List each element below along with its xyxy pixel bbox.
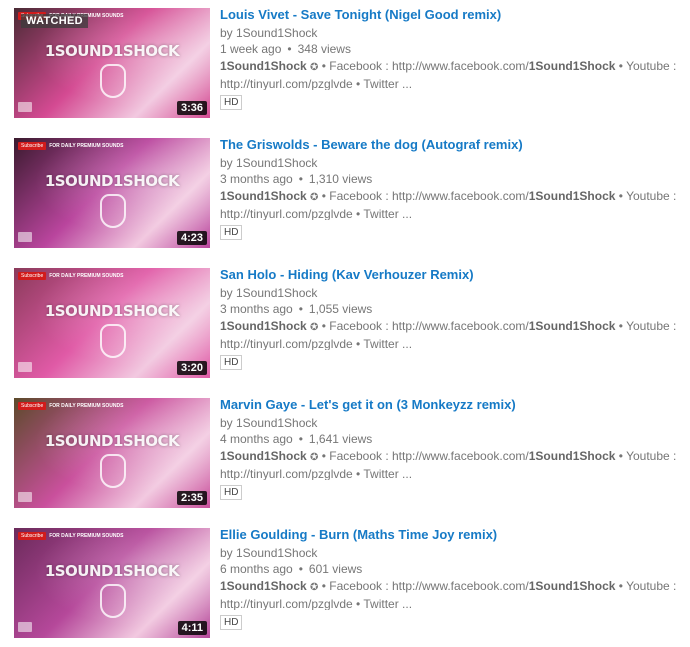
crest-icon xyxy=(100,64,126,98)
channel-watermark-icon xyxy=(18,102,32,112)
channel-watermark-icon xyxy=(18,362,32,372)
video-thumbnail[interactable]: Subscribe FOR DAILY PREMIUM SOUNDS 1SOUN… xyxy=(14,398,210,508)
upload-age: 3 months ago xyxy=(220,302,293,316)
video-meta: 3 months ago • 1,310 views xyxy=(220,172,372,186)
view-count: 348 views xyxy=(297,42,351,56)
video-duration: 3:36 xyxy=(176,101,207,115)
channel-link[interactable]: by 1Sound1Shock xyxy=(220,156,317,170)
video-item: Subscribe FOR DAILY PREMIUM SOUNDS 1SOUN… xyxy=(14,137,690,248)
subscribe-banner: Subscribe FOR DAILY PREMIUM SOUNDS xyxy=(18,142,123,150)
description-channel-name-2: 1Sound1Shock xyxy=(528,189,616,203)
description-channel-name-2: 1Sound1Shock xyxy=(528,579,616,593)
hd-badge: HD xyxy=(220,485,243,500)
video-duration: 2:35 xyxy=(176,491,207,505)
thumbnail-tagline: FOR DAILY PREMIUM SOUNDS xyxy=(49,273,124,279)
video-item: Subscribe FOR DAILY PREMIUM SOUNDS 1SOUN… xyxy=(14,7,690,118)
video-thumbnail[interactable]: Subscribe FOR DAILY PREMIUM SOUNDS 1SOUN… xyxy=(14,528,210,638)
crest-icon xyxy=(100,584,126,618)
hd-badge: HD xyxy=(220,225,243,240)
video-description: 1Sound1Shock ✪ • Facebook : http://www.f… xyxy=(220,188,684,220)
thumbnail-logo-text: 1SOUND1SHOCK xyxy=(44,302,180,320)
meta-separator: • xyxy=(298,172,303,186)
thumbnail-tagline: FOR DAILY PREMIUM SOUNDS xyxy=(49,533,124,539)
video-item: Subscribe FOR DAILY PREMIUM SOUNDS 1SOUN… xyxy=(14,527,690,638)
crest-icon xyxy=(100,324,126,358)
view-count: 601 views xyxy=(308,562,363,576)
thumbnail-logo-text: 1SOUND1SHOCK xyxy=(44,562,180,580)
video-duration: 4:11 xyxy=(177,621,207,635)
description-channel-name-2: 1Sound1Shock xyxy=(528,59,616,73)
description-channel-name-2: 1Sound1Shock xyxy=(528,319,616,333)
video-duration: 4:23 xyxy=(176,231,207,245)
video-duration: 3:20 xyxy=(176,361,207,375)
subscribe-banner: Subscribe FOR DAILY PREMIUM SOUNDS xyxy=(18,402,123,410)
hd-badge: HD xyxy=(220,615,243,630)
channel-link[interactable]: by 1Sound1Shock xyxy=(220,26,317,40)
video-description: 1Sound1Shock ✪ • Facebook : http://www.f… xyxy=(220,58,684,90)
video-description: 1Sound1Shock ✪ • Facebook : http://www.f… xyxy=(220,578,684,610)
description-text-1: • Facebook : http://www.facebook.com/ xyxy=(318,59,529,73)
thumbnail-tagline: FOR DAILY PREMIUM SOUNDS xyxy=(49,403,124,409)
channel-watermark-icon xyxy=(18,492,32,502)
channel-watermark-icon xyxy=(18,622,32,632)
thumbnail-tagline: FOR DAILY PREMIUM SOUNDS xyxy=(49,143,124,149)
hd-badge: HD xyxy=(220,355,243,370)
description-channel-name: 1Sound1Shock xyxy=(220,579,307,593)
upload-age: 3 months ago xyxy=(220,172,293,186)
subscribe-badge: Subscribe xyxy=(18,402,47,410)
video-thumbnail[interactable]: Subscribe FOR DAILY PREMIUM SOUNDS 1SOUN… xyxy=(14,8,210,118)
video-item: Subscribe FOR DAILY PREMIUM SOUNDS 1SOUN… xyxy=(14,267,690,378)
meta-separator: • xyxy=(298,562,303,576)
video-title-link[interactable]: San Holo - Hiding (Kav Verhouzer Remix) xyxy=(220,267,474,282)
crest-icon xyxy=(100,454,126,488)
subscribe-badge: Subscribe xyxy=(18,272,47,280)
thumbnail-logo-text: 1SOUND1SHOCK xyxy=(44,432,180,450)
meta-separator: • xyxy=(298,302,303,316)
description-channel-name: 1Sound1Shock xyxy=(220,189,307,203)
video-description: 1Sound1Shock ✪ • Facebook : http://www.f… xyxy=(220,318,684,350)
meta-separator: • xyxy=(287,42,292,56)
channel-link[interactable]: by 1Sound1Shock xyxy=(220,546,317,560)
subscribe-badge: Subscribe xyxy=(18,142,47,150)
watched-badge: WATCHED xyxy=(21,14,88,28)
video-list: Subscribe FOR DAILY PREMIUM SOUNDS 1SOUN… xyxy=(0,0,690,647)
video-title-link[interactable]: The Griswolds - Beware the dog (Autograf… xyxy=(220,137,523,152)
channel-watermark-icon xyxy=(18,232,32,242)
thumbnail-logo-text: 1SOUND1SHOCK xyxy=(44,172,180,190)
video-meta: 1 week ago • 348 views xyxy=(220,42,351,56)
description-channel-name-2: 1Sound1Shock xyxy=(528,449,616,463)
description-channel-name: 1Sound1Shock xyxy=(220,449,307,463)
description-channel-name: 1Sound1Shock xyxy=(220,59,307,73)
thumbnail-logo-text: 1SOUND1SHOCK xyxy=(44,42,180,60)
video-title-link[interactable]: Marvin Gaye - Let's get it on (3 Monkeyz… xyxy=(220,397,516,412)
video-meta: 3 months ago • 1,055 views xyxy=(220,302,372,316)
view-count: 1,641 views xyxy=(308,432,373,446)
crest-icon xyxy=(100,194,126,228)
channel-link[interactable]: by 1Sound1Shock xyxy=(220,416,317,430)
video-meta: 4 months ago • 1,641 views xyxy=(220,432,372,446)
upload-age: 4 months ago xyxy=(220,432,293,446)
subscribe-banner: Subscribe FOR DAILY PREMIUM SOUNDS xyxy=(18,532,123,540)
description-text-1: • Facebook : http://www.facebook.com/ xyxy=(318,189,529,203)
video-meta: 6 months ago • 601 views xyxy=(220,562,362,576)
upload-age: 6 months ago xyxy=(220,562,293,576)
description-channel-name: 1Sound1Shock xyxy=(220,319,307,333)
subscribe-banner: Subscribe FOR DAILY PREMIUM SOUNDS xyxy=(18,272,123,280)
view-count: 1,055 views xyxy=(308,302,373,316)
hd-badge: HD xyxy=(220,95,243,110)
video-title-link[interactable]: Louis Vivet - Save Tonight (Nigel Good r… xyxy=(220,7,501,22)
subscribe-badge: Subscribe xyxy=(18,532,47,540)
description-text-1: • Facebook : http://www.facebook.com/ xyxy=(318,579,529,593)
video-item: Subscribe FOR DAILY PREMIUM SOUNDS 1SOUN… xyxy=(14,397,690,508)
video-thumbnail[interactable]: Subscribe FOR DAILY PREMIUM SOUNDS 1SOUN… xyxy=(14,268,210,378)
meta-separator: • xyxy=(298,432,303,446)
video-description: 1Sound1Shock ✪ • Facebook : http://www.f… xyxy=(220,448,684,480)
view-count: 1,310 views xyxy=(308,172,373,186)
description-text-1: • Facebook : http://www.facebook.com/ xyxy=(318,449,529,463)
video-thumbnail[interactable]: Subscribe FOR DAILY PREMIUM SOUNDS 1SOUN… xyxy=(14,138,210,248)
description-text-1: • Facebook : http://www.facebook.com/ xyxy=(318,319,529,333)
video-title-link[interactable]: Ellie Goulding - Burn (Maths Time Joy re… xyxy=(220,527,497,542)
channel-link[interactable]: by 1Sound1Shock xyxy=(220,286,317,300)
upload-age: 1 week ago xyxy=(220,42,282,56)
